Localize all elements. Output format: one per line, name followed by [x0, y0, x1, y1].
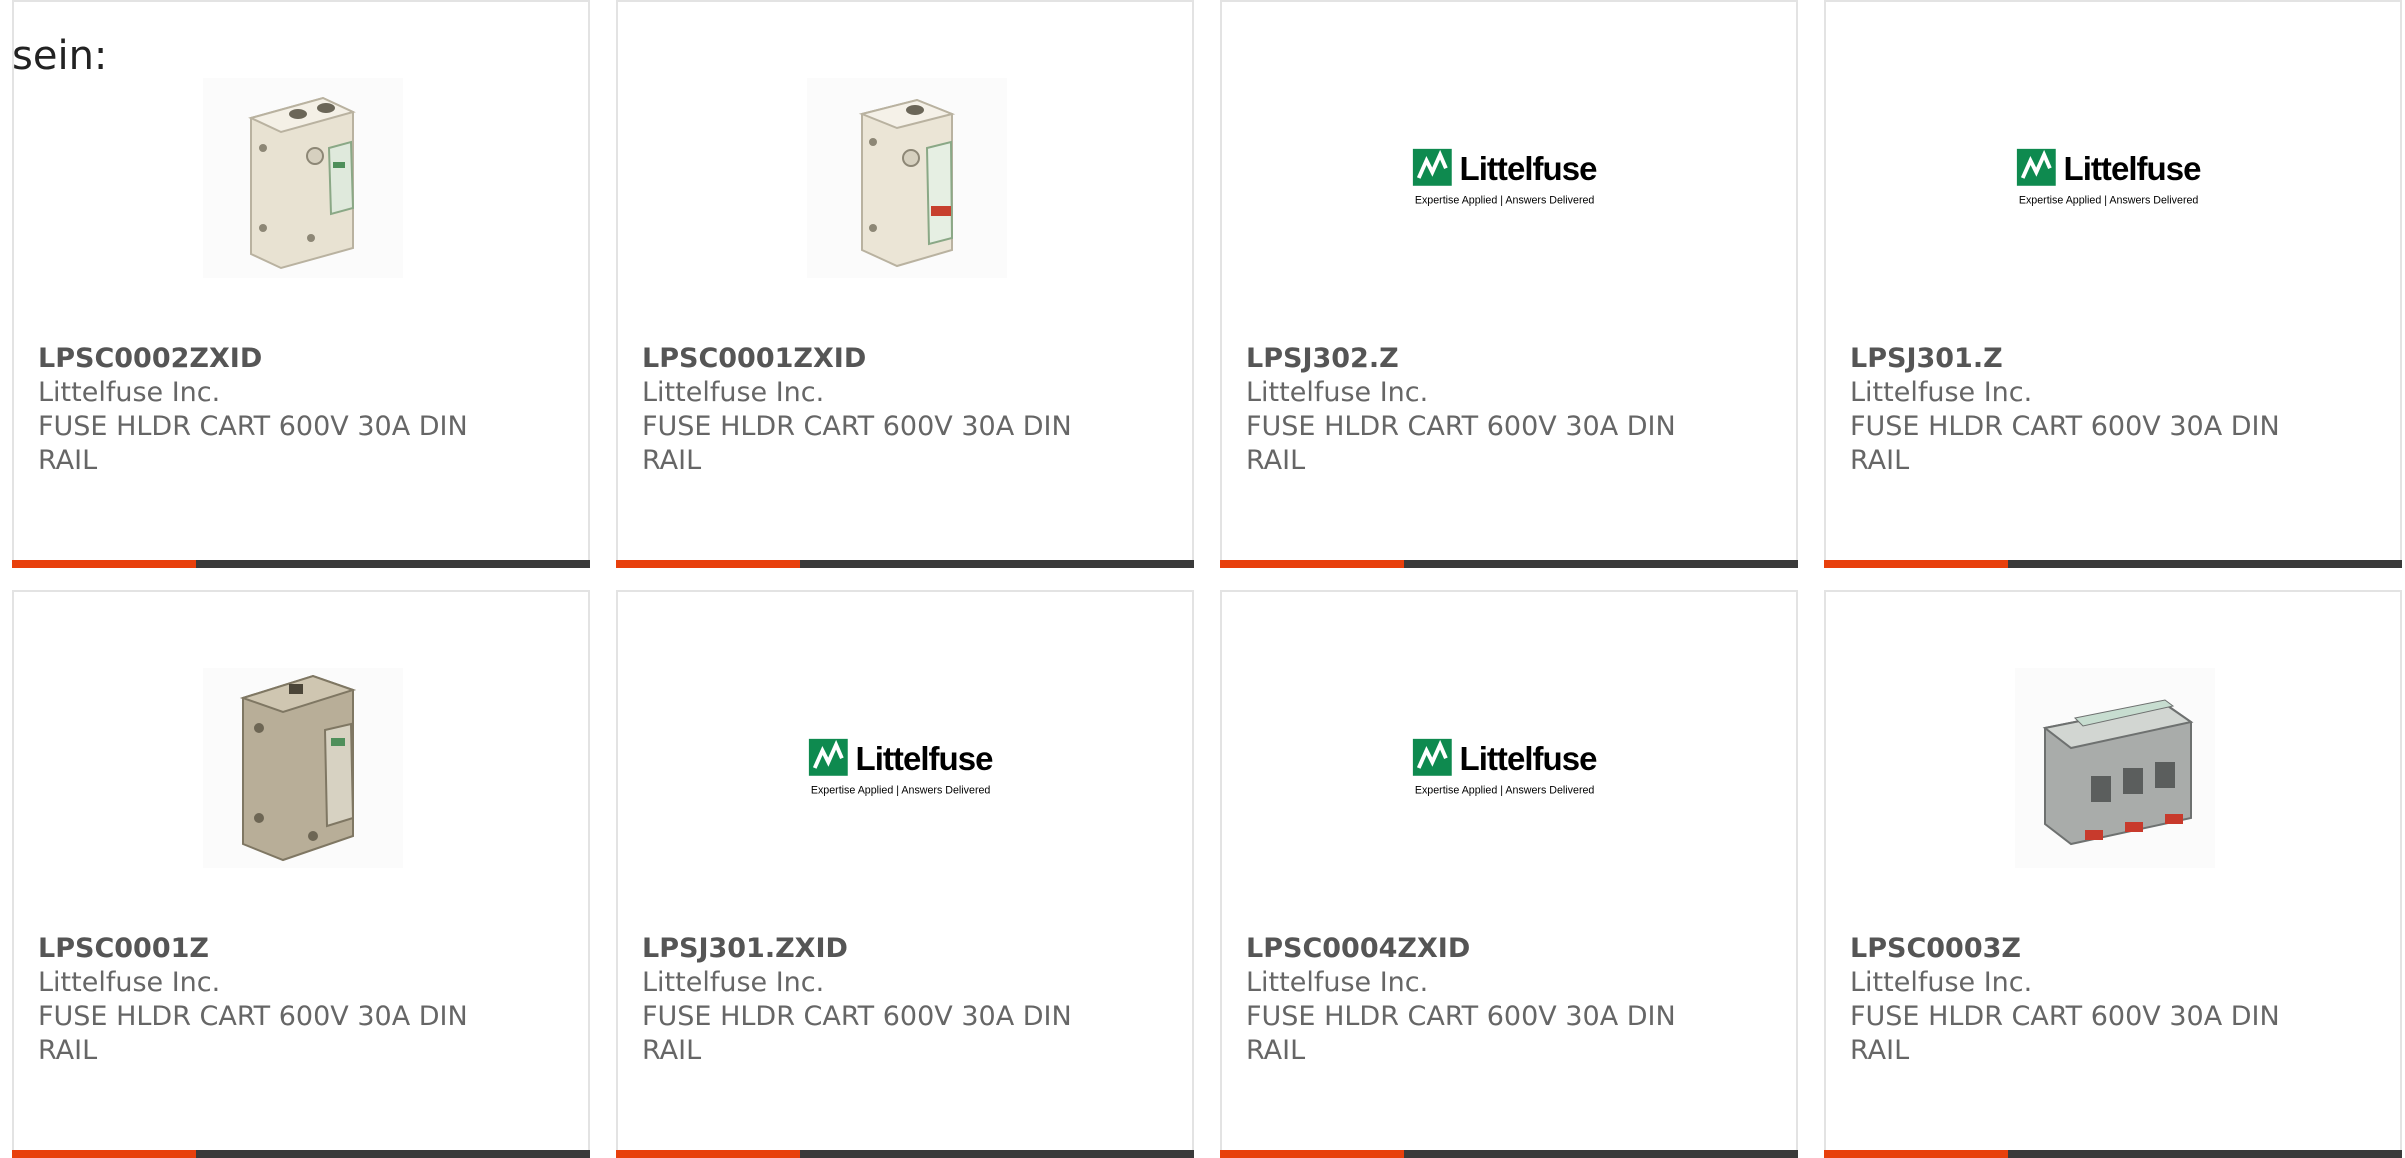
- product-card[interactable]: Littelfuse Expertise Applied | Answers D…: [1824, 0, 2402, 568]
- product-image[interactable]: [201, 76, 405, 280]
- manufacturer: Littelfuse Inc.: [38, 377, 221, 408]
- product-card[interactable]: LPSC0001ZXID Littelfuse Inc. FUSE HLDR C…: [616, 0, 1194, 568]
- fuse-holder-image-icon: [203, 78, 403, 278]
- logo-wordmark: Littelfuse: [2064, 150, 2202, 187]
- logo-wordmark: Littelfuse: [1460, 150, 1598, 187]
- manufacturer: Littelfuse Inc.: [38, 967, 221, 998]
- product-card[interactable]: LPSC0001Z Littelfuse Inc. FUSE HLDR CART…: [12, 590, 590, 1158]
- product-card[interactable]: Littelfuse Expertise Applied | Answers D…: [616, 590, 1194, 1158]
- card-bottom-bar: [616, 1150, 1194, 1158]
- product-image[interactable]: [805, 76, 1009, 280]
- card-accent-bar: [616, 1150, 800, 1158]
- card-bottom-bar: [12, 1150, 590, 1158]
- part-number[interactable]: LPSC0003Z: [1850, 932, 2310, 966]
- product-card[interactable]: LPSC0003Z Littelfuse Inc. FUSE HLDR CART…: [1824, 590, 2402, 1158]
- part-number[interactable]: LPSJ302.Z: [1246, 342, 1706, 376]
- product-image[interactable]: [2013, 666, 2217, 870]
- product-image[interactable]: Littelfuse Expertise Applied | Answers D…: [1409, 666, 1613, 870]
- manufacturer: Littelfuse Inc.: [1850, 377, 2033, 408]
- manufacturer: Littelfuse Inc.: [1246, 967, 1429, 998]
- part-number[interactable]: LPSJ301.ZXID: [642, 932, 1102, 966]
- product-description: FUSE HLDR CART 600V 30A DIN RAIL: [38, 411, 468, 476]
- part-number[interactable]: LPSC0001ZXID: [642, 342, 1102, 376]
- product-description: FUSE HLDR CART 600V 30A DIN RAIL: [1246, 1001, 1676, 1066]
- logo-tagline: Expertise Applied | Answers Delivered: [1415, 784, 1595, 796]
- card-bottom-bar: [1824, 560, 2402, 568]
- product-card[interactable]: Littelfuse Expertise Applied | Answers D…: [1220, 0, 1798, 568]
- logo-tagline: Expertise Applied | Answers Delivered: [811, 784, 991, 796]
- product-description: FUSE HLDR CART 600V 30A DIN RAIL: [642, 1001, 1072, 1066]
- logo-wordmark: Littelfuse: [1460, 740, 1598, 777]
- card-accent-bar: [1220, 560, 1404, 568]
- product-description: FUSE HLDR CART 600V 30A DIN RAIL: [1246, 411, 1676, 476]
- product-description: FUSE HLDR CART 600V 30A DIN RAIL: [1850, 1001, 2280, 1066]
- product-description: FUSE HLDR CART 600V 30A DIN RAIL: [642, 411, 1072, 476]
- card-accent-bar: [1824, 1150, 2008, 1158]
- card-accent-bar: [12, 1150, 196, 1158]
- card-accent-bar: [1824, 560, 2008, 568]
- logo-wordmark: Littelfuse: [856, 740, 994, 777]
- part-number[interactable]: LPSC0002ZXID: [38, 342, 498, 376]
- manufacturer: Littelfuse Inc.: [1850, 967, 2033, 998]
- fuse-holder-image-icon: [203, 668, 403, 868]
- card-bottom-bar: [1824, 1150, 2402, 1158]
- card-bottom-bar: [1220, 1150, 1798, 1158]
- part-number[interactable]: LPSC0004ZXID: [1246, 932, 1706, 966]
- product-description: FUSE HLDR CART 600V 30A DIN RAIL: [38, 1001, 468, 1066]
- littelfuse-logo-icon: Littelfuse Expertise Applied | Answers D…: [2016, 148, 2202, 206]
- littelfuse-logo-icon: Littelfuse Expertise Applied | Answers D…: [1412, 738, 1598, 796]
- product-image[interactable]: Littelfuse Expertise Applied | Answers D…: [2013, 76, 2217, 280]
- manufacturer: Littelfuse Inc.: [642, 377, 825, 408]
- logo-tagline: Expertise Applied | Answers Delivered: [1415, 194, 1595, 206]
- product-card[interactable]: Littelfuse Expertise Applied | Answers D…: [1220, 590, 1798, 1158]
- product-image[interactable]: Littelfuse Expertise Applied | Answers D…: [1409, 76, 1613, 280]
- product-card[interactable]: LPSC0002ZXID Littelfuse Inc. FUSE HLDR C…: [12, 0, 590, 568]
- part-number[interactable]: LPSJ301.Z: [1850, 342, 2310, 376]
- card-bottom-bar: [12, 560, 590, 568]
- product-description: FUSE HLDR CART 600V 30A DIN RAIL: [1850, 411, 2280, 476]
- logo-tagline: Expertise Applied | Answers Delivered: [2019, 194, 2199, 206]
- product-grid: LPSC0002ZXID Littelfuse Inc. FUSE HLDR C…: [12, 0, 2405, 1158]
- card-bottom-bar: [1220, 560, 1798, 568]
- part-number[interactable]: LPSC0001Z: [38, 932, 498, 966]
- fuse-holder-image-icon: [807, 78, 1007, 278]
- manufacturer: Littelfuse Inc.: [642, 967, 825, 998]
- littelfuse-logo-icon: Littelfuse Expertise Applied | Answers D…: [808, 738, 994, 796]
- card-accent-bar: [1220, 1150, 1404, 1158]
- littelfuse-logo-icon: Littelfuse Expertise Applied | Answers D…: [1412, 148, 1598, 206]
- product-image[interactable]: [201, 666, 405, 870]
- card-accent-bar: [12, 560, 196, 568]
- manufacturer: Littelfuse Inc.: [1246, 377, 1429, 408]
- fuse-holder-3pole-image-icon: [2015, 668, 2215, 868]
- intro-text: sein:: [12, 33, 108, 79]
- card-bottom-bar: [616, 560, 1194, 568]
- card-accent-bar: [616, 560, 800, 568]
- product-image[interactable]: Littelfuse Expertise Applied | Answers D…: [805, 666, 1009, 870]
